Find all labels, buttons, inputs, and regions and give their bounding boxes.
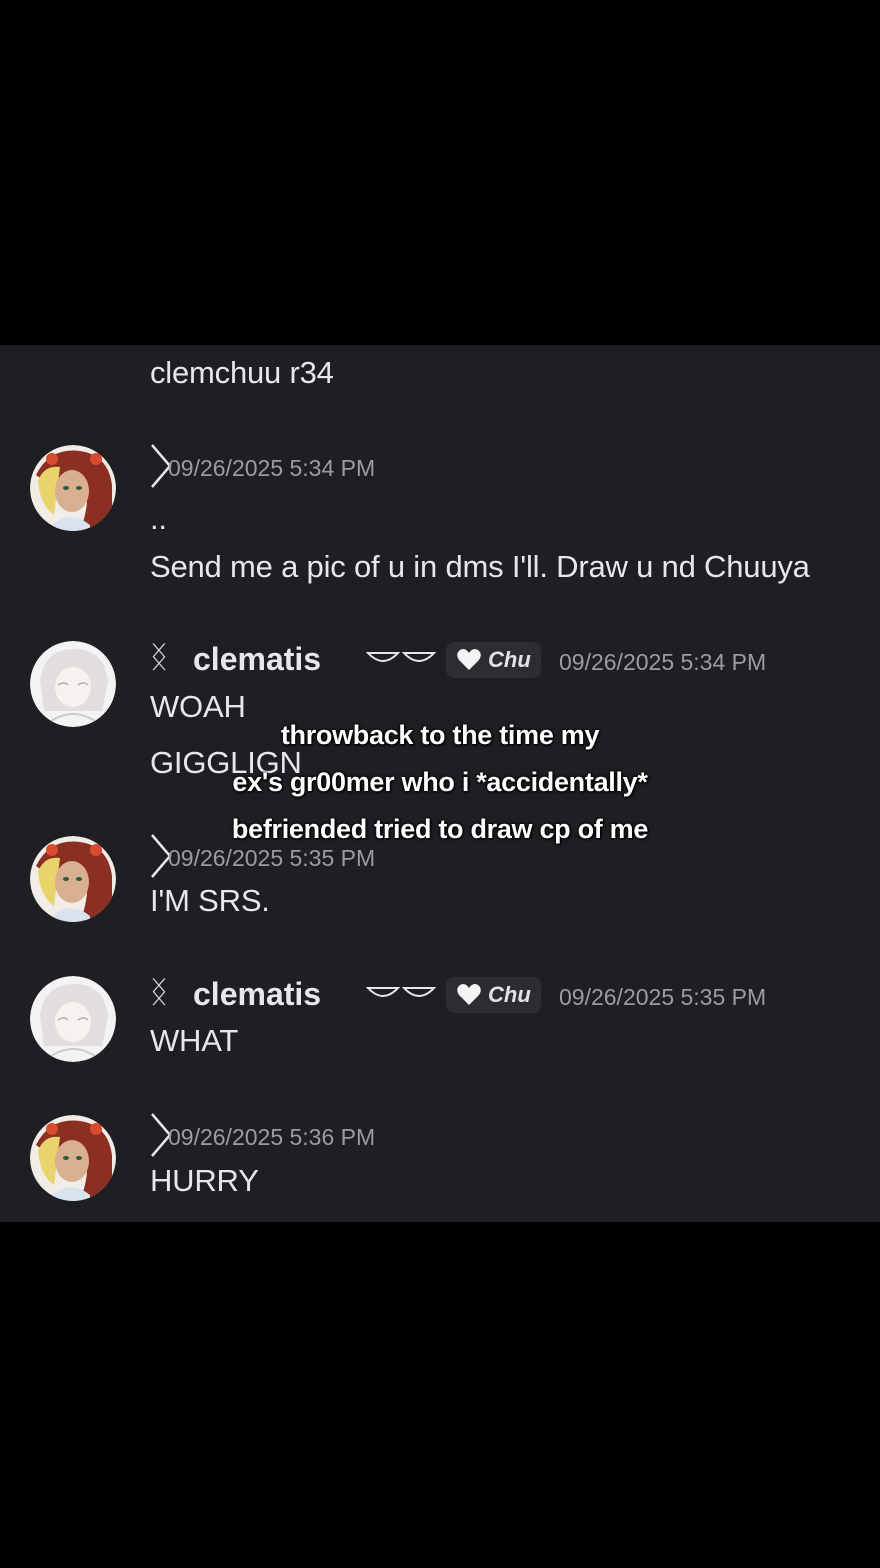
message-timestamp: 09/26/2025 5:36 PM bbox=[168, 1124, 376, 1150]
avatar-image bbox=[30, 836, 116, 922]
message-timestamp: 09/26/2025 5:34 PM bbox=[559, 649, 767, 675]
role-tag-label: Chu bbox=[488, 982, 531, 1007]
avatar-image bbox=[30, 445, 116, 531]
avatar-clematis[interactable] bbox=[30, 976, 116, 1062]
message-text: .. bbox=[150, 501, 167, 536]
name-symbol: ᛝ bbox=[150, 976, 168, 1009]
avatar-other-user[interactable] bbox=[30, 1115, 116, 1201]
avatar-image bbox=[30, 1115, 116, 1201]
message-text: I'M SRS. bbox=[150, 883, 270, 918]
closed-eyes-icon bbox=[366, 987, 436, 997]
heart-icon bbox=[457, 649, 481, 670]
avatar-other-user[interactable] bbox=[30, 836, 116, 922]
role-tag-label: Chu bbox=[488, 647, 531, 672]
avatar-image bbox=[30, 976, 116, 1062]
message-text: HURRY bbox=[150, 1163, 259, 1198]
caption-line: throwback to the time my bbox=[280, 720, 600, 750]
caption-line: befriended tried to draw cp of me bbox=[231, 814, 649, 844]
closed-eyes-icon bbox=[366, 652, 436, 662]
avatar-clematis[interactable] bbox=[30, 641, 116, 727]
avatar-other-user[interactable] bbox=[30, 445, 116, 531]
message-text: WHAT bbox=[150, 1023, 239, 1058]
message-text: Send me a pic of u in dms I'll. Draw u n… bbox=[150, 549, 810, 584]
role-tag[interactable]: Chu bbox=[446, 642, 541, 678]
message-timestamp: 09/26/2025 5:35 PM bbox=[168, 845, 376, 871]
caption-line: ex's gr00mer who i *accidentally* bbox=[232, 767, 648, 797]
author-name[interactable]: clematis bbox=[193, 641, 321, 678]
role-tag[interactable]: Chu bbox=[446, 977, 541, 1013]
message-timestamp: 09/26/2025 5:35 PM bbox=[559, 984, 767, 1010]
author-name[interactable]: clematis bbox=[193, 976, 321, 1013]
heart-icon bbox=[457, 984, 481, 1005]
message-timestamp: 09/26/2025 5:34 PM bbox=[168, 455, 376, 481]
message-text: clemchuu r34 bbox=[150, 355, 334, 390]
avatar-image bbox=[30, 641, 116, 727]
name-symbol: ᛝ bbox=[150, 641, 168, 674]
